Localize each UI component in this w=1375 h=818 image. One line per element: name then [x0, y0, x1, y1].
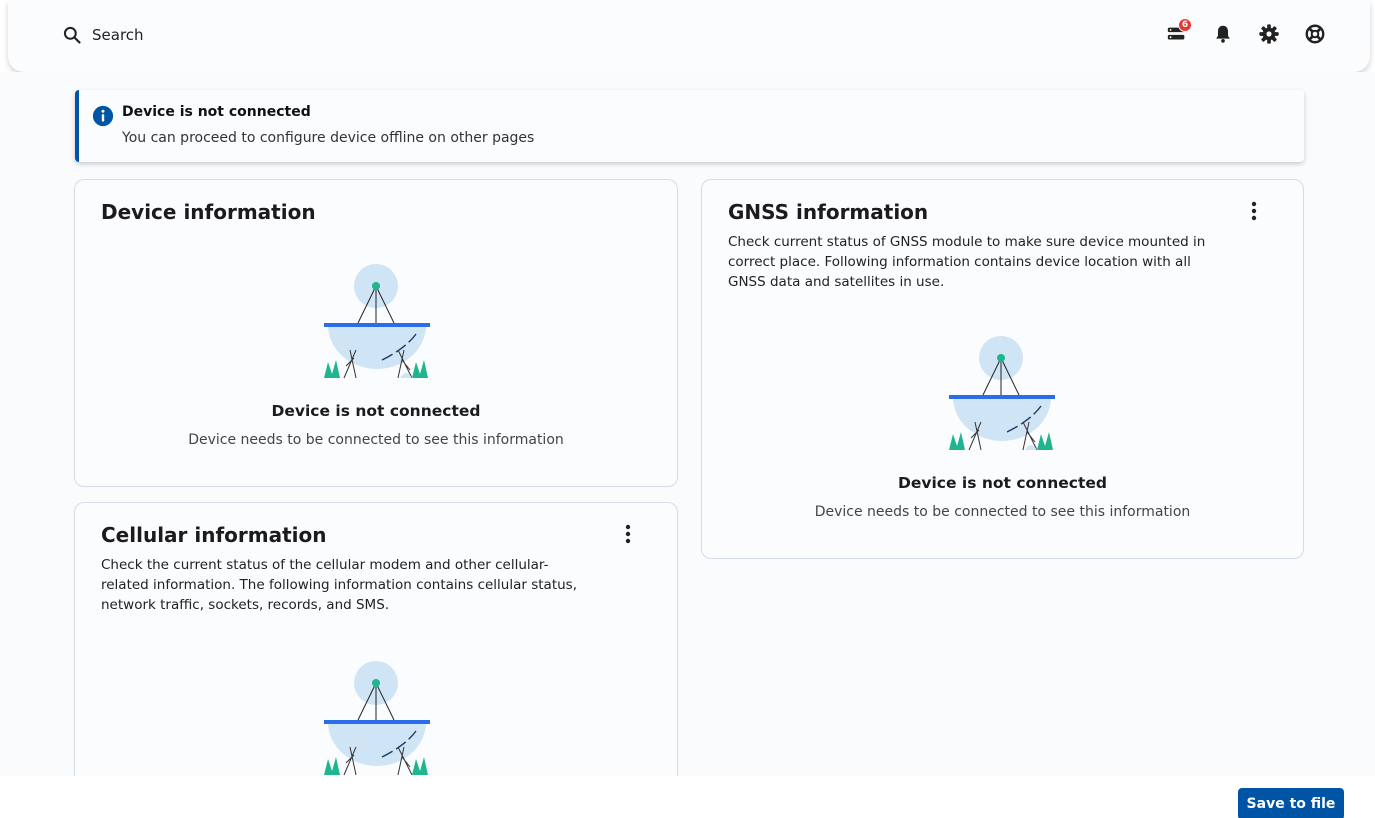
- header-actions: 6: [1164, 18, 1328, 47]
- not-connected-text: Device needs to be connected to see this…: [188, 432, 564, 448]
- notifications-button[interactable]: [1210, 21, 1236, 47]
- connection-alert: Device is not connected You can proceed …: [75, 90, 1304, 162]
- card-description: Check the current status of the cellular…: [101, 557, 577, 613]
- notification-badge: 6: [1178, 18, 1192, 32]
- gnss-more-options-button[interactable]: [1243, 200, 1265, 222]
- cellular-information-card: Cellular information Check the current s…: [74, 502, 678, 776]
- search-box[interactable]: Search: [62, 22, 144, 48]
- kebab-menu-icon: [1251, 201, 1257, 221]
- card-description: Check current status of GNSS module to m…: [728, 234, 1206, 290]
- bell-icon: [1216, 25, 1230, 43]
- server-status-button[interactable]: 6: [1164, 18, 1192, 47]
- satellite-dish-illustration: [324, 661, 430, 776]
- help-lifebuoy-icon: [1305, 24, 1325, 44]
- gear-icon: [1259, 24, 1279, 44]
- satellite-dish-illustration: [949, 336, 1055, 451]
- cellular-more-options-button[interactable]: [617, 523, 639, 545]
- satellite-dish-illustration: [324, 264, 430, 379]
- not-connected-text: Device needs to be connected to see this…: [814, 504, 1191, 520]
- not-connected-title: Device is not connected: [271, 402, 481, 420]
- search-icon: [63, 26, 81, 44]
- kebab-menu-icon: [625, 524, 631, 544]
- alert-title: Device is not connected: [122, 104, 311, 120]
- help-button[interactable]: [1302, 21, 1328, 47]
- alert-text: You can proceed to configure device offl…: [122, 130, 535, 146]
- not-connected-title: Device is not connected: [898, 474, 1107, 492]
- save-to-file-button[interactable]: Save to file: [1238, 788, 1344, 818]
- top-bar: Search 6: [8, 0, 1370, 72]
- card-title: Cellular information: [101, 523, 327, 547]
- search-label: Search: [92, 26, 144, 44]
- card-title: GNSS information: [728, 200, 929, 224]
- settings-button[interactable]: [1256, 21, 1282, 47]
- card-title: Device information: [101, 200, 316, 224]
- main-content[interactable]: Device is not connected You can proceed …: [0, 72, 1375, 776]
- gnss-information-card: GNSS information Check current status of…: [701, 179, 1304, 559]
- device-information-card: Device information Device is not connect…: [74, 179, 678, 487]
- info-icon: [92, 105, 114, 127]
